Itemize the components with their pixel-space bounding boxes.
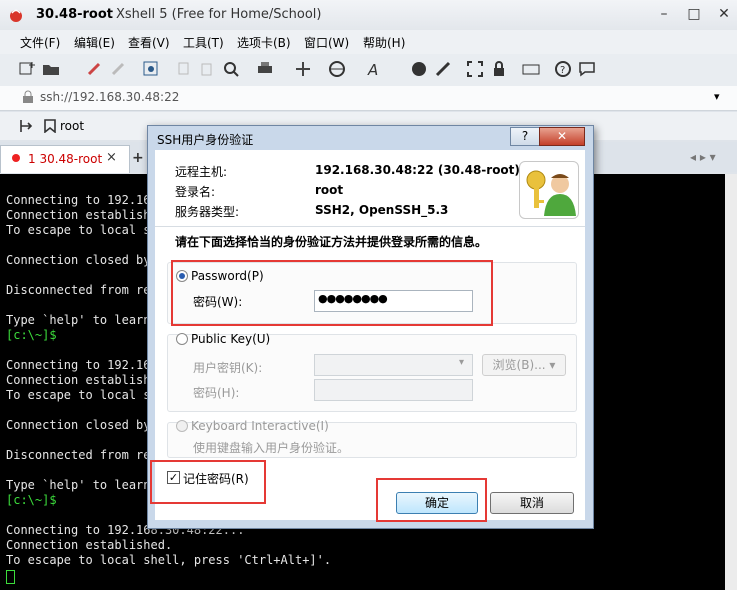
terminal-line: Connection established. — [6, 538, 173, 552]
menu-file[interactable]: 文件(F) — [20, 34, 60, 51]
status-dot-icon — [12, 154, 20, 162]
keyboard-interactive-desc: 使用键盘输入用户身份验证。 — [193, 441, 350, 455]
font-icon[interactable]: A — [366, 60, 384, 78]
copy-icon[interactable] — [176, 60, 194, 78]
find-icon[interactable] — [222, 60, 240, 78]
tab-label: 1 30.48-root — [28, 152, 103, 166]
disconnect-icon[interactable] — [110, 60, 128, 78]
server-type-value: SSH2, OpenSSH_5.3 — [315, 203, 449, 217]
menu-help[interactable]: 帮助(H) — [363, 34, 405, 51]
terminal-line: Connection closed by — [6, 418, 151, 432]
svg-text:A: A — [367, 61, 378, 78]
new-session-icon[interactable] — [18, 60, 36, 78]
terminal-line: Type `help' to learn — [6, 313, 151, 327]
tab-close-icon[interactable]: × — [106, 150, 117, 165]
keyboard-interactive-radio[interactable] — [176, 420, 188, 432]
highlight-password-box — [171, 260, 493, 326]
tunnel-icon[interactable] — [434, 60, 452, 78]
tab-navigation[interactable]: ◂ ▸ ▾ — [690, 150, 716, 164]
xftp-icon[interactable] — [410, 60, 428, 78]
terminal-line: [c:\~]$ — [6, 493, 57, 507]
terminal-line: Connection establish — [6, 208, 151, 222]
svg-text:?: ? — [560, 65, 565, 76]
xshell-logo-icon — [10, 9, 22, 22]
terminal-line: Disconnected from re — [6, 448, 151, 462]
dialog-help-button[interactable]: ? — [510, 127, 540, 146]
terminal-line: [c:\~]$ — [6, 328, 57, 342]
session-manager-icon[interactable] — [18, 118, 34, 134]
terminal-line: To escape to local s — [6, 388, 151, 402]
terminal-line: Type `help' to learn — [6, 478, 151, 492]
session-link-root[interactable]: root — [60, 119, 84, 133]
public-key-option-label: Public Key(U) — [191, 332, 271, 346]
menu-window[interactable]: 窗口(W) — [304, 34, 349, 51]
user-key-label: 用户密钥(K): — [193, 361, 263, 375]
keyboard-icon[interactable] — [522, 60, 540, 78]
terminal-line: Connecting to 192.16 — [6, 358, 151, 372]
user-key-select[interactable] — [314, 354, 473, 376]
user-key-icon — [519, 161, 579, 219]
menu-view[interactable]: 查看(V) — [128, 34, 170, 51]
lock-icon[interactable] — [490, 60, 508, 78]
chat-icon[interactable] — [578, 60, 596, 78]
dialog-title: SSH用户身份验证 — [157, 133, 254, 147]
terminal-cursor — [6, 570, 15, 584]
remote-host-value: 192.168.30.48:22 (30.48-root) — [315, 163, 520, 177]
menu-tools[interactable]: 工具(T) — [183, 34, 224, 51]
maximize-button[interactable]: □ — [680, 4, 708, 24]
minimize-button[interactable]: – — [650, 4, 678, 24]
reconnect-icon[interactable] — [86, 60, 104, 78]
keyboard-interactive-label: Keyboard Interactive(I) — [191, 419, 329, 433]
open-folder-icon[interactable] — [42, 60, 60, 78]
menu-edit[interactable]: 编辑(E) — [74, 34, 115, 51]
terminal-line: Disconnected from re — [6, 283, 151, 297]
user-key-dropdown-icon: ▾ — [459, 357, 465, 368]
address-input[interactable]: ssh://192.168.30.48:22 — [40, 90, 179, 104]
dialog-close-button[interactable]: ✕ — [539, 127, 585, 146]
terminal-scrollbar[interactable] — [725, 174, 737, 590]
transfer-icon[interactable] — [294, 60, 312, 78]
passphrase-label: 密码(H): — [193, 386, 240, 400]
properties-icon[interactable] — [142, 60, 160, 78]
print-icon[interactable] — [256, 60, 274, 78]
browse-button[interactable]: 浏览(B)... ▾ — [482, 354, 566, 376]
highlight-remember-box — [150, 460, 266, 504]
fullscreen-icon[interactable] — [466, 60, 484, 78]
terminal-line: To escape to local s — [6, 223, 151, 237]
bookmark-icon — [44, 119, 56, 133]
public-key-radio[interactable] — [176, 333, 188, 345]
menu-tabs[interactable]: 选项卡(B) — [237, 34, 291, 51]
remote-host-label: 远程主机: — [175, 165, 228, 179]
cancel-button[interactable]: 取消 — [490, 492, 574, 514]
highlight-ok-box — [376, 478, 487, 522]
terminal-line: Connection establish — [6, 373, 151, 387]
lock-icon — [23, 90, 33, 103]
paste-icon[interactable] — [198, 60, 216, 78]
new-tab-button[interactable]: + — [132, 150, 144, 166]
terminal-line: To escape to local shell, press 'Ctrl+Al… — [6, 553, 332, 567]
globe-icon[interactable] — [328, 60, 346, 78]
window-subtitle: Xshell 5 (Free for Home/School) — [116, 7, 322, 22]
help-icon[interactable]: ? — [554, 60, 572, 78]
terminal-line: Connecting to 192.16 — [6, 193, 151, 207]
server-type-label: 服务器类型: — [175, 205, 240, 219]
passphrase-input[interactable] — [314, 379, 473, 401]
window-title: 30.48-root — [36, 7, 114, 22]
login-label: 登录名: — [175, 185, 216, 199]
login-value: root — [315, 183, 344, 197]
address-dropdown-icon[interactable]: ▾ — [714, 90, 720, 103]
instruction-text: 请在下面选择恰当的身份验证方法并提供登录所需的信息。 — [175, 235, 488, 249]
close-window-button[interactable]: ✕ — [710, 4, 737, 24]
terminal-line: Connection closed by — [6, 253, 151, 267]
